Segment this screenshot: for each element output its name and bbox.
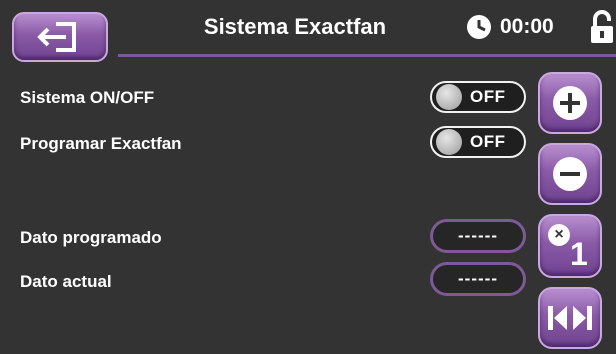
- header-divider: [118, 54, 616, 57]
- skip-back-forward-icon: [546, 303, 594, 333]
- toggle-state: OFF: [470, 132, 506, 151]
- page-title: Sistema Exactfan: [203, 14, 387, 39]
- skip-controls-button[interactable]: [538, 287, 602, 349]
- toggle-knob: [436, 84, 462, 110]
- toggle-knob: [436, 129, 462, 155]
- clock-display: 00:00: [466, 14, 554, 40]
- increment-button[interactable]: [538, 72, 602, 134]
- plus-icon: [553, 86, 587, 120]
- program-exactfan-toggle[interactable]: OFF: [430, 126, 526, 158]
- multiplier-value: 1: [570, 236, 588, 272]
- system-onoff-toggle[interactable]: OFF: [430, 81, 526, 113]
- multiplier-button[interactable]: × 1: [538, 214, 602, 278]
- multiply-icon: ×: [548, 224, 570, 246]
- unlocked-padlock-icon[interactable]: [590, 10, 614, 44]
- decrement-button[interactable]: [538, 143, 602, 205]
- current-value-field: ------: [430, 262, 526, 296]
- programmed-value-field[interactable]: ------: [430, 219, 526, 253]
- programmed-value-label: Dato programado: [20, 228, 162, 247]
- toggle-state: OFF: [470, 87, 506, 106]
- program-exactfan-label: Programar Exactfan: [20, 134, 182, 153]
- back-button[interactable]: [12, 12, 108, 62]
- exit-door-icon: [34, 20, 86, 54]
- system-onoff-label: Sistema ON/OFF: [20, 88, 155, 107]
- clock-time: 00:00: [500, 15, 554, 38]
- minus-icon: [553, 157, 587, 191]
- clock-icon: [466, 14, 492, 40]
- current-value-label: Dato actual: [20, 272, 112, 291]
